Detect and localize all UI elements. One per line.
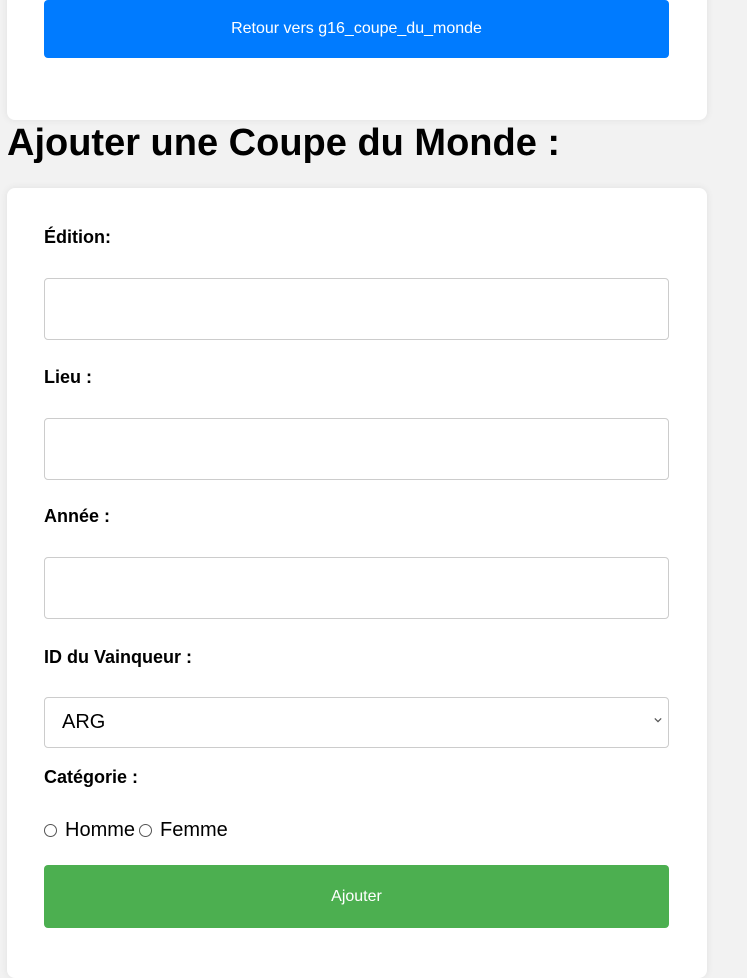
lieu-label: Lieu : [44, 367, 92, 387]
submit-button-label: Ajouter [331, 887, 382, 905]
radio-femme[interactable] [139, 823, 153, 837]
annee-input[interactable] [44, 557, 669, 619]
radio-femme-label: Femme [160, 819, 228, 841]
add-world-cup-form: Édition: Lieu : Année : ID du Vainqueur … [7, 188, 707, 978]
vainqueur-select[interactable]: ARG [44, 697, 669, 748]
radio-homme-label: Homme [65, 819, 136, 841]
submit-button[interactable]: Ajouter [44, 865, 669, 928]
edition-label: Édition: [44, 227, 111, 247]
edition-input[interactable] [44, 278, 669, 340]
navigation-card: Retour vers g16_coupe_du_monde [7, 0, 707, 120]
annee-label: Année : [44, 506, 111, 526]
vainqueur-label: ID du Vainqueur : [44, 647, 193, 667]
page-title: Ajouter une Coupe du Monde : [7, 122, 561, 164]
categorie-label: Catégorie : [44, 767, 139, 787]
back-to-list-button[interactable]: Retour vers g16_coupe_du_monde [44, 0, 669, 58]
lieu-input[interactable] [44, 418, 669, 480]
radio-homme[interactable] [44, 823, 57, 837]
vainqueur-selected-value: ARG [62, 711, 106, 733]
back-button-label: Retour vers g16_coupe_du_monde [231, 20, 482, 37]
categorie-radio-group: Homme Femme [44, 818, 232, 842]
chevron-down-icon [654, 717, 662, 723]
